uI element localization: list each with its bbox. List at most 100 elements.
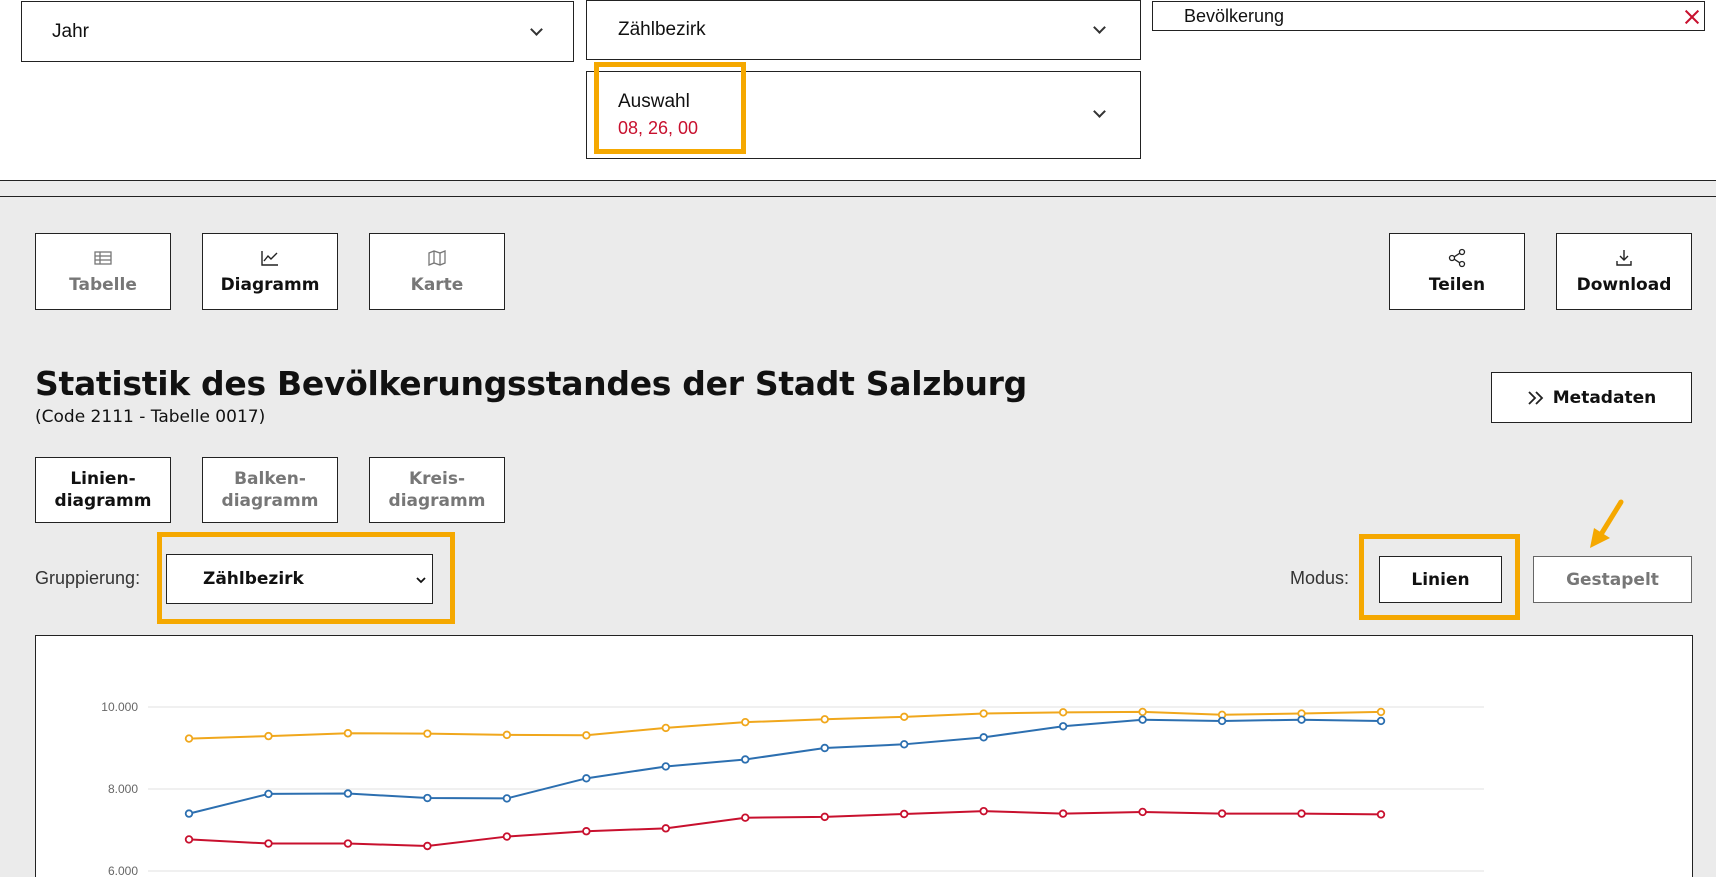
y-tick-label: 10.000 bbox=[101, 700, 138, 714]
selection-select[interactable]: Auswahl 08, 26, 00 bbox=[586, 71, 1141, 159]
data-point[interactable] bbox=[502, 832, 512, 841]
data-point[interactable] bbox=[820, 812, 829, 822]
data-point[interactable] bbox=[343, 839, 353, 848]
line-chart: 6.000 8.000 10.000 bbox=[101, 700, 1484, 876]
chart-type-pie-button[interactable]: Kreis- diagramm bbox=[369, 457, 505, 523]
data-point[interactable] bbox=[979, 733, 988, 742]
double-chevron-right-icon bbox=[1528, 390, 1544, 405]
data-point[interactable] bbox=[1376, 707, 1386, 717]
data-point[interactable] bbox=[900, 712, 909, 722]
mode-lines-label: Linien bbox=[1411, 569, 1470, 590]
divider bbox=[0, 180, 1716, 181]
grouping-value: Zählbezirk bbox=[203, 569, 304, 589]
data-point[interactable] bbox=[264, 839, 273, 848]
annotation-arrow-icon bbox=[1590, 499, 1624, 548]
data-point[interactable] bbox=[582, 827, 591, 836]
chart-type-bar-label: Balken- diagramm bbox=[221, 469, 319, 511]
data-point[interactable] bbox=[900, 809, 909, 819]
chart-type-bar-button[interactable]: Balken- diagramm bbox=[202, 457, 338, 523]
download-button[interactable]: Download bbox=[1556, 233, 1692, 310]
share-label: Teilen bbox=[1428, 274, 1486, 295]
y-tick-label: 6.000 bbox=[108, 864, 138, 876]
year-select[interactable]: Jahr bbox=[21, 1, 574, 62]
data-point[interactable] bbox=[1217, 809, 1227, 818]
district-select-label: Zählbezirk bbox=[618, 19, 706, 40]
tab-map[interactable]: Karte bbox=[369, 233, 505, 310]
mode-stacked-label: Gestapelt bbox=[1566, 569, 1659, 590]
chart-type-pie-label: Kreis- diagramm bbox=[388, 469, 486, 511]
series-line bbox=[188, 810, 1382, 847]
download-label: Download bbox=[1576, 274, 1672, 295]
grouping-select[interactable]: Zählbezirk bbox=[166, 554, 433, 604]
table-icon bbox=[94, 250, 112, 265]
chevron-down-icon bbox=[1093, 105, 1106, 118]
chevron-down-icon bbox=[416, 577, 426, 584]
mode-stacked-button[interactable]: Gestapelt bbox=[1533, 556, 1692, 603]
data-point[interactable] bbox=[661, 824, 670, 833]
tab-table[interactable]: Tabelle bbox=[35, 233, 171, 310]
data-point[interactable] bbox=[264, 789, 273, 799]
metadata-label: Metadaten bbox=[1552, 387, 1657, 408]
data-point[interactable] bbox=[1138, 715, 1147, 724]
data-point[interactable] bbox=[343, 729, 353, 738]
mode-label: Modus: bbox=[1290, 568, 1350, 588]
data-point[interactable] bbox=[1297, 715, 1306, 724]
data-point[interactable] bbox=[423, 841, 432, 851]
data-point[interactable] bbox=[820, 743, 829, 753]
year-select-label: Jahr bbox=[52, 21, 89, 42]
close-icon[interactable] bbox=[1684, 9, 1700, 25]
tab-map-label: Karte bbox=[410, 274, 464, 295]
data-point[interactable] bbox=[502, 730, 512, 740]
data-point[interactable] bbox=[979, 709, 988, 718]
data-point[interactable] bbox=[661, 762, 670, 771]
data-point[interactable] bbox=[184, 734, 194, 743]
data-point[interactable] bbox=[1058, 708, 1068, 717]
data-point[interactable] bbox=[1297, 809, 1306, 818]
share-icon bbox=[1448, 248, 1466, 267]
page-title: Statistik des Bevölkerungsstandes der St… bbox=[35, 364, 1027, 403]
line-chart-icon bbox=[261, 250, 278, 266]
data-point[interactable] bbox=[1138, 807, 1147, 817]
data-point[interactable] bbox=[264, 731, 273, 741]
tab-table-label: Tabelle bbox=[69, 274, 137, 295]
data-point[interactable] bbox=[184, 809, 194, 818]
selection-label: Auswahl bbox=[618, 91, 690, 112]
data-point[interactable] bbox=[423, 729, 432, 738]
data-point[interactable] bbox=[502, 794, 512, 803]
download-icon bbox=[1616, 249, 1632, 266]
data-point[interactable] bbox=[900, 740, 909, 749]
data-point[interactable] bbox=[741, 717, 750, 727]
tab-chart[interactable]: Diagramm bbox=[202, 233, 338, 310]
data-point[interactable] bbox=[1376, 716, 1386, 726]
data-point[interactable] bbox=[741, 755, 750, 764]
topic-field[interactable]: Bevölkerung bbox=[1152, 1, 1705, 31]
selection-value: 08, 26, 00 bbox=[618, 118, 699, 138]
share-button[interactable]: Teilen bbox=[1389, 233, 1525, 310]
data-point[interactable] bbox=[1138, 707, 1147, 717]
chart-type-line-label: Linien- diagramm bbox=[54, 469, 152, 511]
data-point[interactable] bbox=[820, 715, 829, 724]
data-point[interactable] bbox=[582, 774, 591, 783]
mode-lines-button[interactable]: Linien bbox=[1379, 556, 1502, 603]
data-point[interactable] bbox=[1058, 809, 1068, 818]
data-point[interactable] bbox=[423, 793, 432, 803]
chevron-down-icon bbox=[530, 23, 543, 36]
series-line bbox=[188, 710, 1382, 740]
y-tick-label: 8.000 bbox=[108, 782, 138, 796]
data-point[interactable] bbox=[1376, 810, 1386, 819]
grouping-label: Gruppierung: bbox=[35, 568, 141, 588]
data-point[interactable] bbox=[184, 835, 194, 844]
district-select[interactable]: Zählbezirk bbox=[586, 0, 1141, 60]
data-point[interactable] bbox=[1058, 722, 1068, 731]
chart-type-line-button[interactable]: Linien- diagramm bbox=[35, 457, 171, 523]
data-point[interactable] bbox=[741, 813, 750, 822]
metadata-button[interactable]: Metadaten bbox=[1491, 372, 1692, 423]
data-point[interactable] bbox=[343, 789, 353, 798]
divider bbox=[0, 196, 1716, 197]
data-point[interactable] bbox=[661, 723, 670, 733]
chevron-down-icon bbox=[1093, 21, 1106, 34]
data-point[interactable] bbox=[979, 806, 988, 816]
data-point[interactable] bbox=[1217, 716, 1227, 726]
data-point[interactable] bbox=[582, 731, 591, 740]
chart-area: 6.000 8.000 10.000 bbox=[35, 635, 1693, 877]
